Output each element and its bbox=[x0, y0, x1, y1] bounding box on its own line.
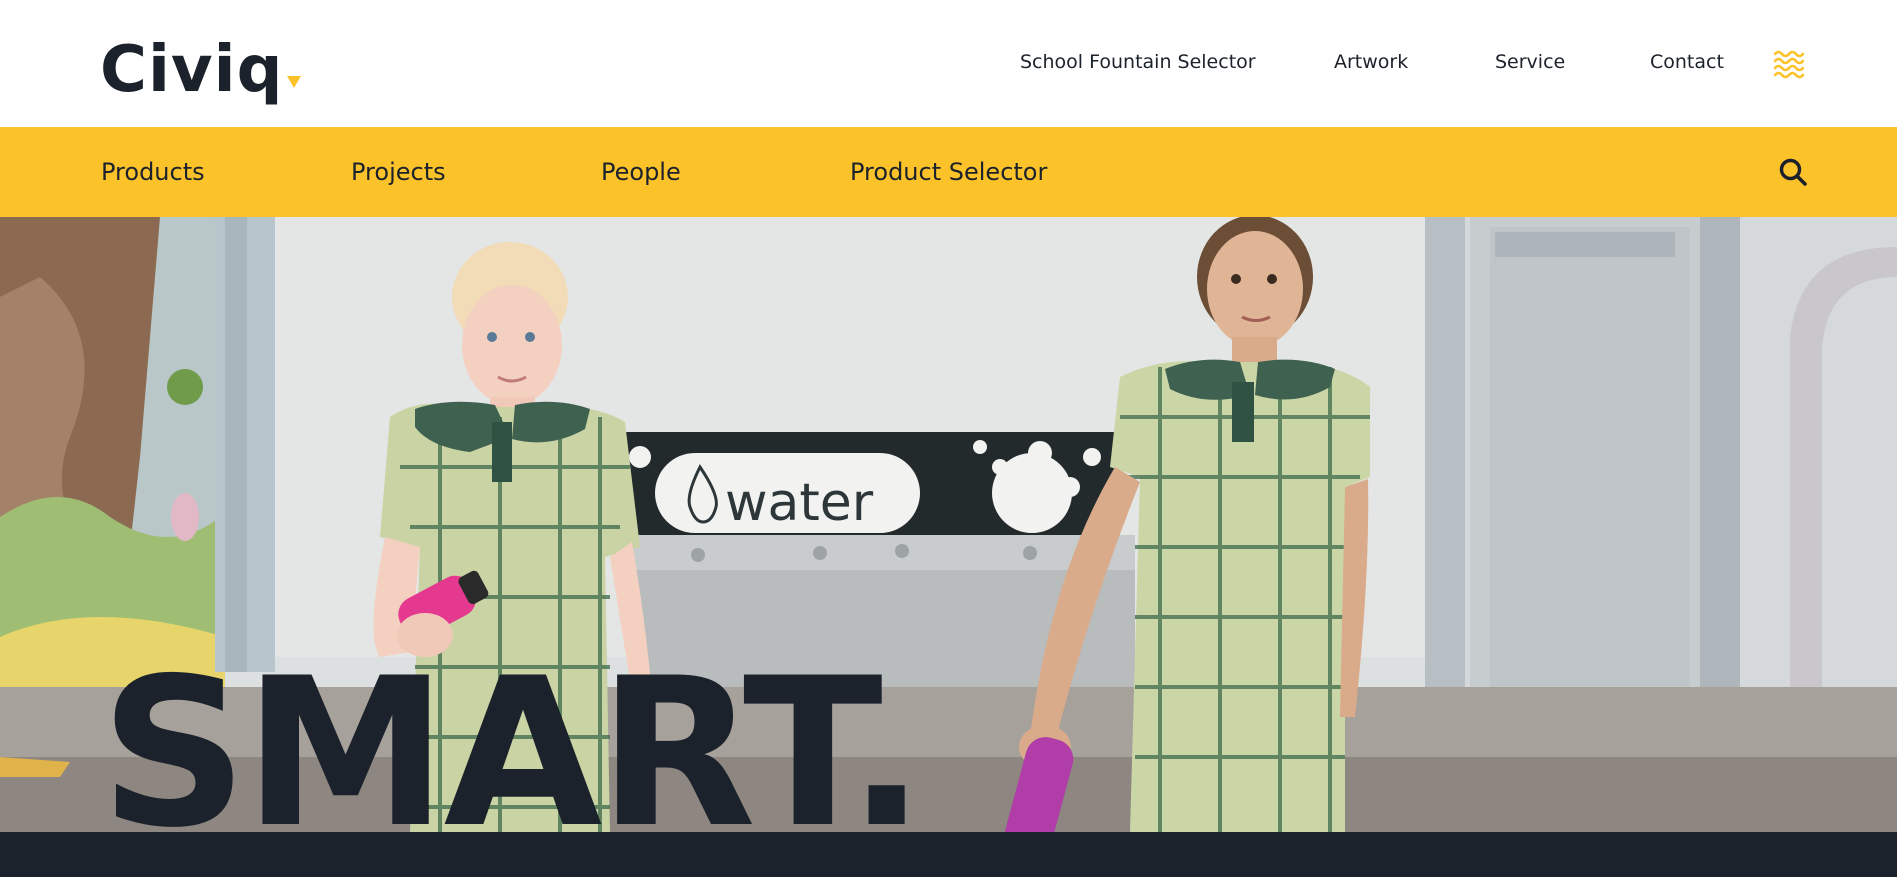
nav-item-projects[interactable]: Projects bbox=[351, 158, 446, 186]
hero-headline: SMART. bbox=[100, 635, 926, 873]
bottom-band bbox=[0, 832, 1897, 877]
nav-item-people[interactable]: People bbox=[601, 158, 681, 186]
main-nav: Products Projects People Product Selecto… bbox=[0, 127, 1897, 217]
fountain-sign-text: water bbox=[725, 473, 874, 533]
search-icon[interactable] bbox=[1778, 157, 1808, 187]
wavy-menu-icon[interactable] bbox=[1774, 49, 1804, 79]
nav-item-product-selector[interactable]: Product Selector bbox=[850, 158, 1047, 186]
top-header: Civiq School Fountain Selector Artwork S… bbox=[0, 0, 1897, 127]
nav-item-products[interactable]: Products bbox=[101, 158, 205, 186]
utility-nav: School Fountain Selector Artwork Service… bbox=[0, 0, 1897, 127]
utility-link-service[interactable]: Service bbox=[1495, 51, 1565, 73]
utility-link-school-fountain-selector[interactable]: School Fountain Selector bbox=[1020, 51, 1256, 73]
utility-link-artwork[interactable]: Artwork bbox=[1334, 51, 1408, 73]
utility-link-contact[interactable]: Contact bbox=[1650, 51, 1724, 73]
